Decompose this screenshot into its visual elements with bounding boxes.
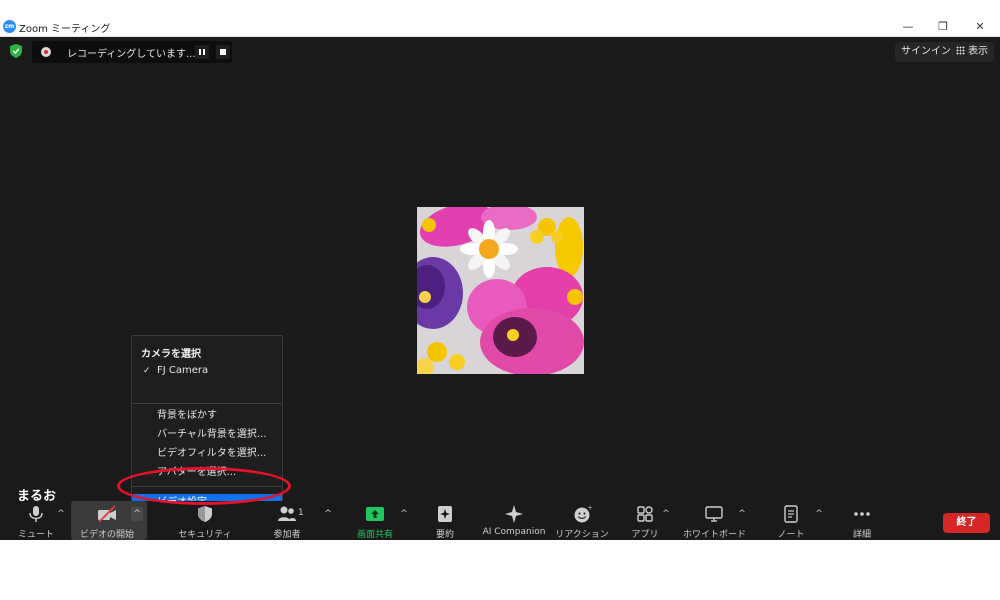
restore-button[interactable]: ❐ [930,18,956,36]
audio-options-caret[interactable]: ^ [55,507,67,521]
close-button[interactable]: ✕ [967,18,993,36]
encryption-shield-icon[interactable] [10,44,22,58]
title-bar: zm Zoom ミーティング — ❐ ✕ [0,17,1000,37]
meeting-toolbar: ミュート ^ ビデオの開始 ^ セキュリティ 参加者 1 ^ 画面共有 ^ 要約… [0,501,1000,540]
stop-recording-button[interactable] [216,45,230,59]
mute-label: ミュート [17,530,54,540]
start-video-label: ビデオの開始 [79,530,134,540]
participant-count: 1 [298,508,304,518]
check-icon: ✓ [143,366,151,376]
view-label: 表示 [968,46,988,57]
signin-button[interactable]: サインイン [895,42,957,62]
recording-status: レコーディングしています... [67,49,196,60]
video-off-icon [98,505,116,523]
recording-dot-icon [41,47,51,57]
participants-label: 参加者 [273,530,301,540]
sparkle-icon [505,505,523,523]
menu-item-fj-camera[interactable]: ✓ FJ Camera [132,362,282,380]
participants-button[interactable]: 参加者 [262,501,312,540]
view-button[interactable]: 表示 [950,42,994,62]
apps-label: アプリ [631,530,659,540]
apps-icon [637,506,653,522]
security-shield-icon [198,506,212,522]
window-title: Zoom ミーティング [19,24,111,35]
svg-text:+: + [588,505,593,512]
apps-options-caret[interactable]: ^ [660,507,672,521]
pause-recording-button[interactable] [195,45,209,59]
more-dots-icon [854,512,870,516]
menu-header-select-camera: カメラを選択 [141,349,201,360]
menu-item-blur-background[interactable]: 背景をぼかす [132,407,282,425]
ai-companion-label: AI Companion [482,527,546,537]
mute-button[interactable]: ミュート [16,501,56,540]
share-options-caret[interactable]: ^ [398,507,410,521]
summary-button[interactable]: 要約 [427,501,463,540]
grid-icon [956,46,965,55]
zoom-meeting-window: zm Zoom ミーティング — ❐ ✕ レコーディングしています... サイン… [0,17,1000,540]
share-screen-button[interactable]: 画面共有 [350,501,400,540]
reactions-label: リアクション [555,530,609,540]
reactions-button[interactable]: + リアクション [555,501,609,540]
participants-icon [278,506,296,521]
participant-video-image [417,207,584,374]
video-options-caret[interactable]: ^ [131,507,143,521]
whiteboard-icon [705,506,723,522]
annotation-circle [117,467,291,505]
more-button[interactable]: 詳細 [844,501,880,540]
minimize-button[interactable]: — [895,18,921,36]
zoom-logo-icon: zm [3,20,16,33]
security-label: セキュリティ [178,530,232,540]
summary-label: 要約 [435,530,454,540]
ai-companion-button[interactable]: AI Companion [479,501,549,540]
end-meeting-button[interactable]: 終了 [943,513,990,533]
summary-icon [438,506,452,522]
notes-label: ノート [777,530,805,540]
notes-options-caret[interactable]: ^ [813,507,825,521]
whiteboard-label: ホワイトボード [683,530,747,540]
camera-name: FJ Camera [157,365,209,376]
notes-button[interactable]: ノート [773,501,809,540]
smiley-icon: + [574,505,593,523]
participants-options-caret[interactable]: ^ [322,507,334,521]
menu-divider [132,403,282,404]
security-button[interactable]: セキュリティ [175,501,235,540]
recording-indicator: レコーディングしています... [32,41,232,63]
more-label: 詳細 [852,530,871,540]
stop-icon [220,49,226,55]
share-screen-icon [366,507,384,521]
menu-item-video-filter[interactable]: ビデオフィルタを選択... [132,445,282,463]
menu-item-virtual-background[interactable]: バーチャル背景を選択... [132,426,282,444]
whiteboard-options-caret[interactable]: ^ [736,507,748,521]
apps-button[interactable]: アプリ [627,501,663,540]
notes-icon [784,505,798,523]
pause-icon [199,49,201,55]
share-screen-label: 画面共有 [356,530,393,540]
microphone-icon [29,506,43,522]
